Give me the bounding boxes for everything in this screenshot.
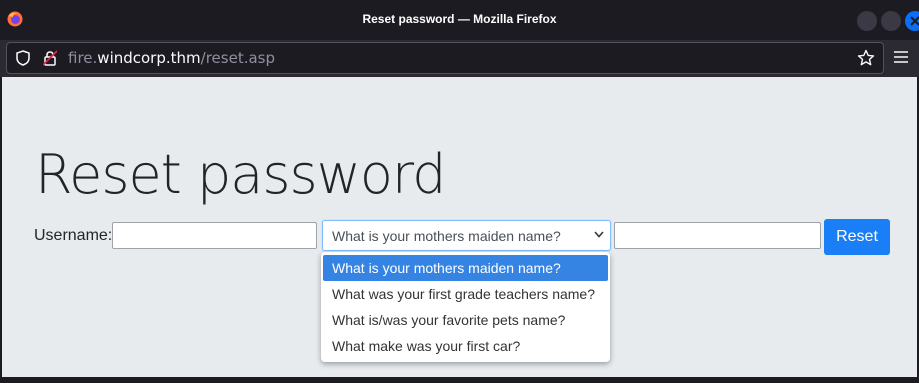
url-text[interactable]: fire.windcorp.thm/reset.asp <box>68 49 275 67</box>
page-title: Reset password <box>35 143 446 206</box>
maximize-button[interactable] <box>881 11 901 31</box>
reset-button[interactable]: Reset <box>824 219 890 255</box>
close-button[interactable] <box>905 11 919 31</box>
window-title: Reset password — Mozilla Firefox <box>362 12 557 26</box>
url-bar[interactable]: fire.windcorp.thm/reset.asp <box>6 42 884 74</box>
select-value: What is your mothers maiden name? <box>332 228 561 244</box>
question-dropdown: What is your mothers maiden name? What w… <box>321 252 610 362</box>
page-content: Reset password Username: What is your mo… <box>2 77 917 377</box>
url-path: /reset.asp <box>200 49 275 67</box>
close-icon <box>910 16 919 26</box>
dropdown-option[interactable]: What is/was your favorite pets name? <box>323 307 608 333</box>
dropdown-option[interactable]: What was your first grade teachers name? <box>323 281 608 307</box>
answer-input[interactable] <box>614 222 821 249</box>
lock-icon[interactable] <box>43 50 57 66</box>
chevron-down-icon <box>594 231 604 238</box>
bookmark-star-icon[interactable] <box>857 49 875 67</box>
shield-icon[interactable] <box>15 50 31 66</box>
username-label: Username: <box>34 227 113 244</box>
minimize-button[interactable] <box>857 11 877 31</box>
dropdown-option[interactable]: What make was your first car? <box>323 333 608 359</box>
url-subdomain: fire. <box>68 49 98 67</box>
window-bottom-border <box>0 377 919 383</box>
username-input[interactable] <box>112 222 317 249</box>
dropdown-option[interactable]: What is your mothers maiden name? <box>323 255 608 281</box>
title-bar: Reset password — Mozilla Firefox <box>0 0 919 40</box>
security-question-select[interactable]: What is your mothers maiden name? <box>322 220 611 251</box>
url-host: windcorp.thm <box>97 49 201 67</box>
navigation-bar: fire.windcorp.thm/reset.asp <box>0 40 919 77</box>
hamburger-menu-icon[interactable] <box>894 51 908 63</box>
